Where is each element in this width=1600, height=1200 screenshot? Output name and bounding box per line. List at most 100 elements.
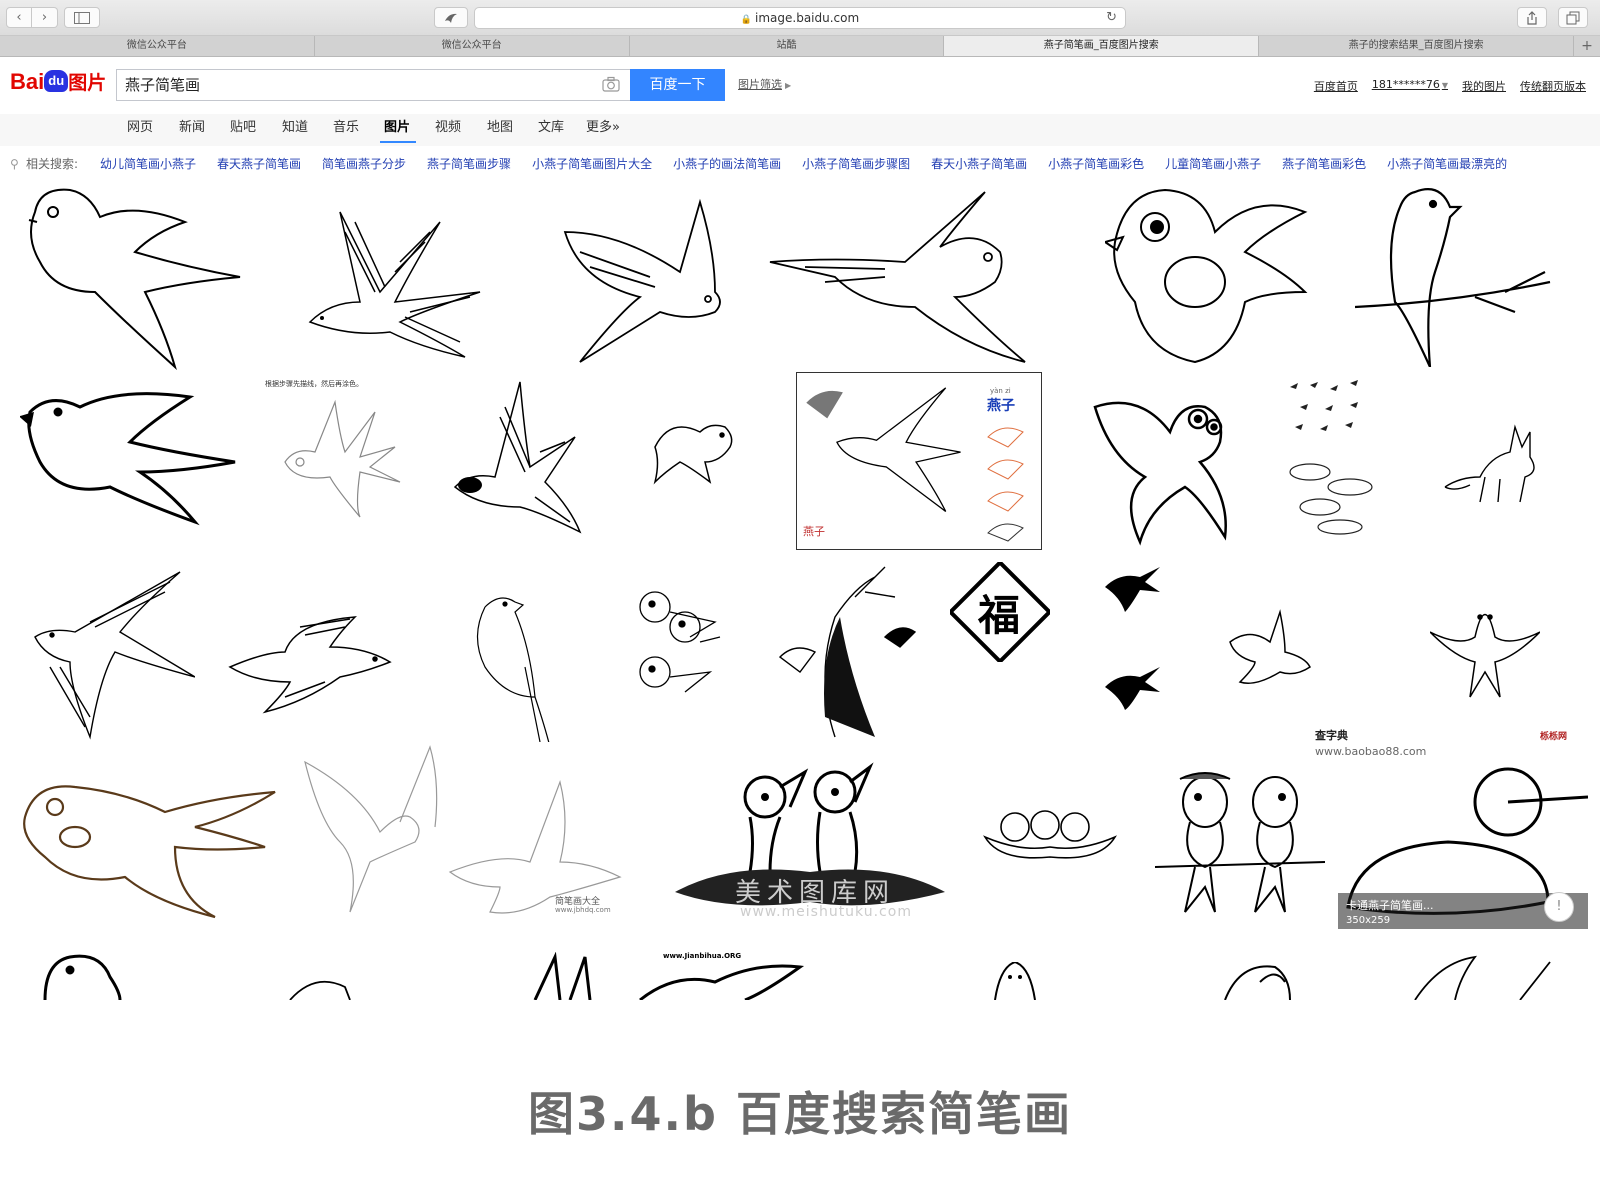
result-image[interactable]: 卡通燕子简笔画... 350x259 ! xyxy=(1338,757,1588,929)
swallow-drawing xyxy=(653,424,733,485)
swallow-drawing xyxy=(1093,401,1227,546)
my-images-link[interactable]: 我的图片 xyxy=(1462,78,1506,94)
related-item[interactable]: 小燕子简笔画步骤图 xyxy=(802,146,910,182)
forward-button[interactable]: › xyxy=(32,7,58,28)
result-image[interactable] xyxy=(765,187,1045,367)
channel-images[interactable]: 图片 xyxy=(384,118,410,138)
related-item[interactable]: 燕子简笔画步骤 xyxy=(427,146,511,182)
share-button[interactable] xyxy=(1517,7,1547,28)
browser-tab[interactable]: 燕子的搜索结果_百度图片搜索 xyxy=(1259,36,1574,56)
result-image[interactable] xyxy=(15,777,295,927)
result-image[interactable] xyxy=(1150,757,1330,917)
browser-tab[interactable]: 微信公众平台 xyxy=(315,36,630,56)
result-image[interactable]: 福 xyxy=(950,562,1050,662)
swallow-drawing xyxy=(308,211,481,358)
browser-tab-active[interactable]: 燕子简笔画_百度图片搜索 xyxy=(944,36,1260,56)
swallows-drawing xyxy=(1105,567,1160,710)
sidebar-toggle-button[interactable] xyxy=(64,7,100,28)
show-tabs-button[interactable] xyxy=(1558,7,1588,28)
result-image[interactable] xyxy=(1090,387,1250,547)
result-image[interactable]: yàn zi 燕子 燕子 xyxy=(796,372,1042,550)
result-image[interactable]: www.Jianbihua.ORG xyxy=(635,952,805,1000)
result-image[interactable] xyxy=(1225,602,1315,692)
result-image[interactable] xyxy=(650,407,750,487)
logo-paw-du: du xyxy=(44,70,69,92)
new-tab-button[interactable]: + xyxy=(1574,36,1600,56)
result-image[interactable] xyxy=(990,962,1040,1000)
result-image[interactable] xyxy=(1410,952,1560,1000)
channel-map[interactable]: 地图 xyxy=(487,118,513,138)
result-image[interactable] xyxy=(530,952,600,1000)
result-image[interactable] xyxy=(980,797,1120,867)
related-item[interactable]: 幼儿简笔画小燕子 xyxy=(100,146,196,182)
back-button[interactable]: ‹ xyxy=(6,7,32,28)
result-image[interactable] xyxy=(1430,592,1540,702)
classic-version-link[interactable]: 传统翻页版本 xyxy=(1520,78,1586,94)
related-item[interactable]: 小燕子简笔画最漂亮的 xyxy=(1387,146,1507,182)
lock-icon: 🔒 xyxy=(740,15,753,25)
baidu-logo[interactable]: Bai du 图片 xyxy=(10,70,106,96)
browser-toolbar: ‹ › 🔒 image.baidu.com ↻ xyxy=(0,0,1600,36)
related-item[interactable]: 小燕子简笔画图片大全 xyxy=(532,146,652,182)
camera-icon[interactable] xyxy=(602,76,620,94)
channel-music[interactable]: 音乐 xyxy=(333,118,359,138)
result-image[interactable] xyxy=(465,587,575,747)
channel-news[interactable]: 新闻 xyxy=(179,118,205,138)
favicon-button[interactable] xyxy=(434,7,468,28)
search-button[interactable]: 百度一下 xyxy=(630,69,725,101)
user-menu[interactable]: 181******76 ▼ xyxy=(1372,78,1448,94)
reload-icon[interactable]: ↻ xyxy=(1106,8,1117,28)
related-item[interactable]: 小燕子的画法简笔画 xyxy=(673,146,781,182)
fox-drawing xyxy=(1444,424,1535,503)
result-image[interactable]: 根据步骤先描线，然后再涂色。 xyxy=(255,377,425,537)
result-image[interactable] xyxy=(40,952,130,1000)
channel-zhidao[interactable]: 知道 xyxy=(282,118,308,138)
result-image[interactable] xyxy=(300,192,490,362)
address-bar[interactable]: 🔒 image.baidu.com ↻ xyxy=(474,7,1126,29)
result-image[interactable] xyxy=(630,582,730,712)
feedback-button[interactable]: ! xyxy=(1544,892,1574,922)
result-image[interactable] xyxy=(15,182,245,372)
browser-tab[interactable]: 微信公众平台 xyxy=(0,36,315,56)
result-image[interactable] xyxy=(755,557,970,742)
browser-tab[interactable]: 站酷 xyxy=(630,36,945,56)
related-item[interactable]: 简笔画燕子分步 xyxy=(322,146,406,182)
related-item[interactable]: 春天小燕子简笔画 xyxy=(931,146,1027,182)
channel-more[interactable]: 更多» xyxy=(586,118,620,138)
channel-video[interactable]: 视频 xyxy=(435,118,461,138)
result-image[interactable] xyxy=(1355,182,1555,367)
tile-site: www.Jianbihua.ORG xyxy=(663,952,742,960)
result-image[interactable] xyxy=(1440,407,1550,507)
channel-tieba[interactable]: 贴吧 xyxy=(230,118,256,138)
image-filter-link[interactable]: 图片筛选 ▶ xyxy=(738,76,791,92)
result-image[interactable] xyxy=(20,382,245,532)
active-channel-underline xyxy=(380,141,416,143)
search-input[interactable] xyxy=(125,70,585,100)
channel-web[interactable]: 网页 xyxy=(127,118,153,138)
result-image[interactable] xyxy=(1100,562,1165,712)
result-image[interactable] xyxy=(1105,182,1355,367)
result-image[interactable] xyxy=(450,377,595,542)
result-image[interactable] xyxy=(1280,377,1390,542)
tile-note: 根据步骤先描线，然后再涂色。 xyxy=(265,380,363,388)
related-item[interactable]: 燕子简笔画彩色 xyxy=(1282,146,1366,182)
result-image[interactable] xyxy=(1220,962,1300,1000)
related-item[interactable]: 春天燕子简笔画 xyxy=(217,146,301,182)
related-item[interactable]: 小燕子简笔画彩色 xyxy=(1048,146,1144,182)
result-image[interactable] xyxy=(560,192,735,367)
baidu-home-link[interactable]: 百度首页 xyxy=(1314,78,1358,94)
related-searches: ⚲ 相关搜索: 幼儿简笔画小燕子 春天燕子简笔画 简笔画燕子分步 燕子简笔画步骤… xyxy=(0,146,1600,182)
related-item[interactable]: 儿童简笔画小燕子 xyxy=(1165,146,1261,182)
swallow-drawing xyxy=(284,399,401,518)
swallow-drawing xyxy=(533,952,592,1000)
channel-wenku[interactable]: 文库 xyxy=(538,118,564,138)
result-image[interactable]: 简笔画大全 www.jbhdq.com xyxy=(300,742,630,922)
result-image[interactable] xyxy=(225,607,395,717)
site-header: Baidu图片 百度一下 图片筛选▶ 百度首页 181******76▼ 我的图… xyxy=(0,58,1600,114)
result-image[interactable] xyxy=(285,972,355,1000)
result-image[interactable]: 美术图库网 www.meishutuku.com xyxy=(670,762,950,927)
swallow-drawing xyxy=(1414,955,1551,1000)
logo-text-bai: Bai xyxy=(10,69,45,94)
site-favicon-icon xyxy=(445,13,457,23)
result-image[interactable] xyxy=(30,567,195,742)
